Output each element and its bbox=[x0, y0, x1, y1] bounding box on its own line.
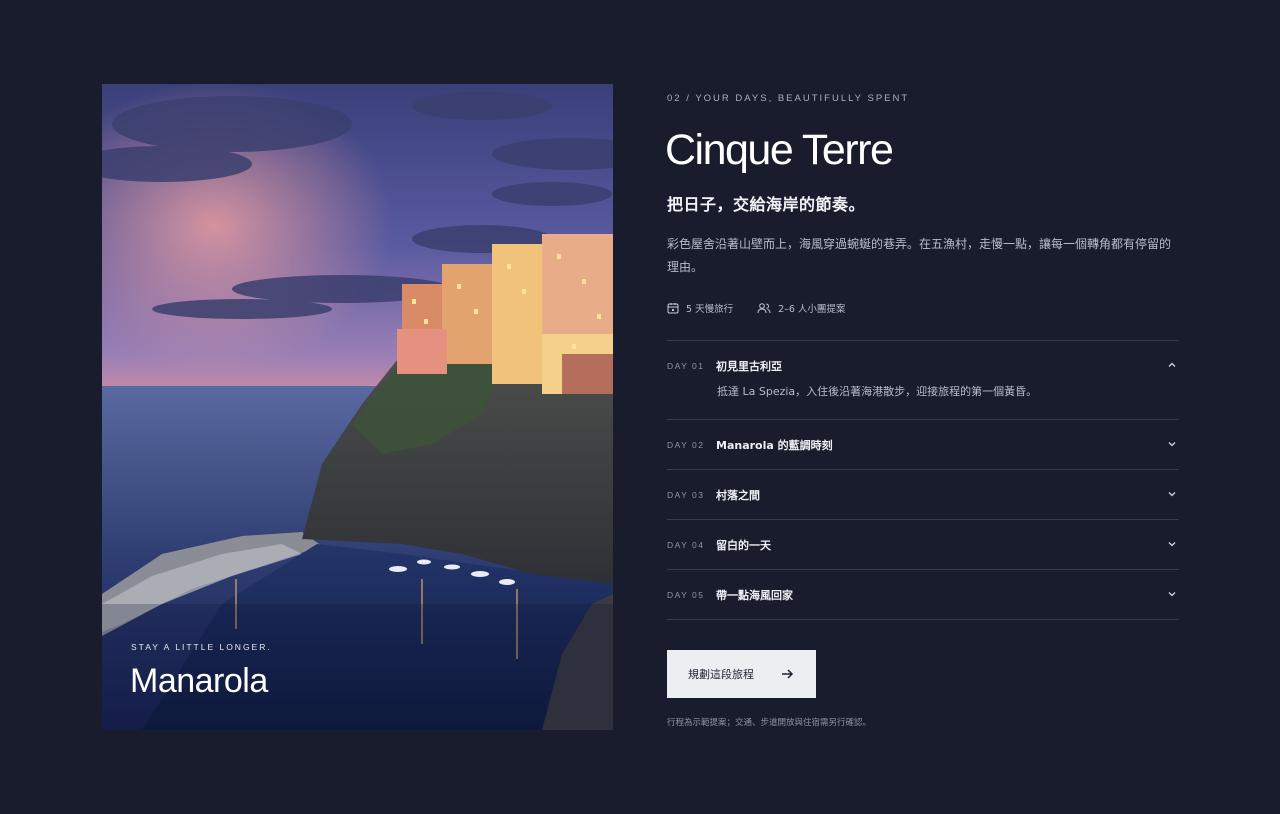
chevron-up-icon bbox=[1168, 362, 1176, 367]
plan-trip-label: 規劃這段旅程 bbox=[688, 669, 754, 681]
manarola-photo bbox=[102, 84, 613, 730]
itinerary-day-4: DAY 04 留白的一天 bbox=[667, 520, 1179, 570]
disclaimer-note: 行程為示範提案；交通、步道開放與住宿需另行確認。 bbox=[667, 718, 872, 728]
day-number: DAY 02 bbox=[667, 439, 705, 450]
itinerary-day-5: DAY 05 帶一點海風回家 bbox=[667, 570, 1179, 620]
itinerary-accordion: DAY 01 初見里古利亞 抵達 La Spezia，入住後沿著海港散步，迎接旅… bbox=[667, 340, 1179, 620]
day-4-toggle[interactable]: DAY 04 留白的一天 bbox=[667, 520, 1179, 569]
meta-group-label: 2–6 人小團提案 bbox=[778, 304, 846, 315]
section-subtitle: 把日子，交給海岸的節奏。 bbox=[667, 195, 866, 214]
arrow-right-icon bbox=[782, 669, 794, 679]
day-2-toggle[interactable]: DAY 02 Manarola 的藍調時刻 bbox=[667, 420, 1179, 469]
day-1-toggle[interactable]: DAY 01 初見里古利亞 bbox=[667, 341, 1179, 390]
chevron-down-icon bbox=[1168, 492, 1176, 497]
users-icon bbox=[757, 302, 771, 314]
day-number: DAY 01 bbox=[667, 360, 705, 371]
meta-duration-label: 5 天慢旅行 bbox=[686, 304, 734, 315]
day-5-toggle[interactable]: DAY 05 帶一點海風回家 bbox=[667, 570, 1179, 619]
itinerary-day-2: DAY 02 Manarola 的藍調時刻 bbox=[667, 420, 1179, 470]
day-title: 留白的一天 bbox=[716, 538, 771, 552]
chevron-down-icon bbox=[1168, 592, 1176, 597]
day-title: 村落之間 bbox=[716, 488, 760, 502]
itinerary-day-1: DAY 01 初見里古利亞 抵達 La Spezia，入住後沿著海港散步，迎接旅… bbox=[667, 341, 1179, 420]
day-title: 帶一點海風回家 bbox=[716, 588, 793, 602]
hero-photo: STAY A LITTLE LONGER. Manarola bbox=[102, 84, 613, 730]
plan-trip-button[interactable]: 規劃這段旅程 bbox=[667, 650, 816, 698]
day-number: DAY 05 bbox=[667, 589, 705, 600]
calendar-icon bbox=[667, 302, 679, 314]
section-description: 彩色屋舍沿著山壁而上，海風穿過蜿蜒的巷弄。在五漁村，走慢一點，讓每一個轉角都有停… bbox=[667, 237, 1172, 274]
meta-duration: 5 天慢旅行 bbox=[667, 301, 733, 315]
page-title: Cinque Terre bbox=[665, 126, 894, 174]
chevron-down-icon bbox=[1168, 442, 1176, 447]
day-title: Manarola 的藍調時刻 bbox=[716, 438, 833, 452]
day-title: 初見里古利亞 bbox=[716, 359, 782, 373]
day-number: DAY 03 bbox=[667, 489, 705, 500]
photo-caption: STAY A LITTLE LONGER. bbox=[131, 642, 272, 652]
itinerary-day-3: DAY 03 村落之間 bbox=[667, 470, 1179, 520]
day-number: DAY 04 bbox=[667, 539, 705, 550]
meta-group: 2–6 人小團提案 bbox=[757, 301, 845, 315]
section-eyebrow: 02 / YOUR DAYS, BEAUTIFULLY SPENT bbox=[667, 93, 910, 104]
chevron-down-icon bbox=[1168, 542, 1176, 547]
photo-title: Manarola bbox=[130, 662, 268, 700]
day-3-toggle[interactable]: DAY 03 村落之間 bbox=[667, 470, 1179, 519]
trip-meta: 5 天慢旅行 2–6 人小團提案 bbox=[667, 301, 845, 315]
